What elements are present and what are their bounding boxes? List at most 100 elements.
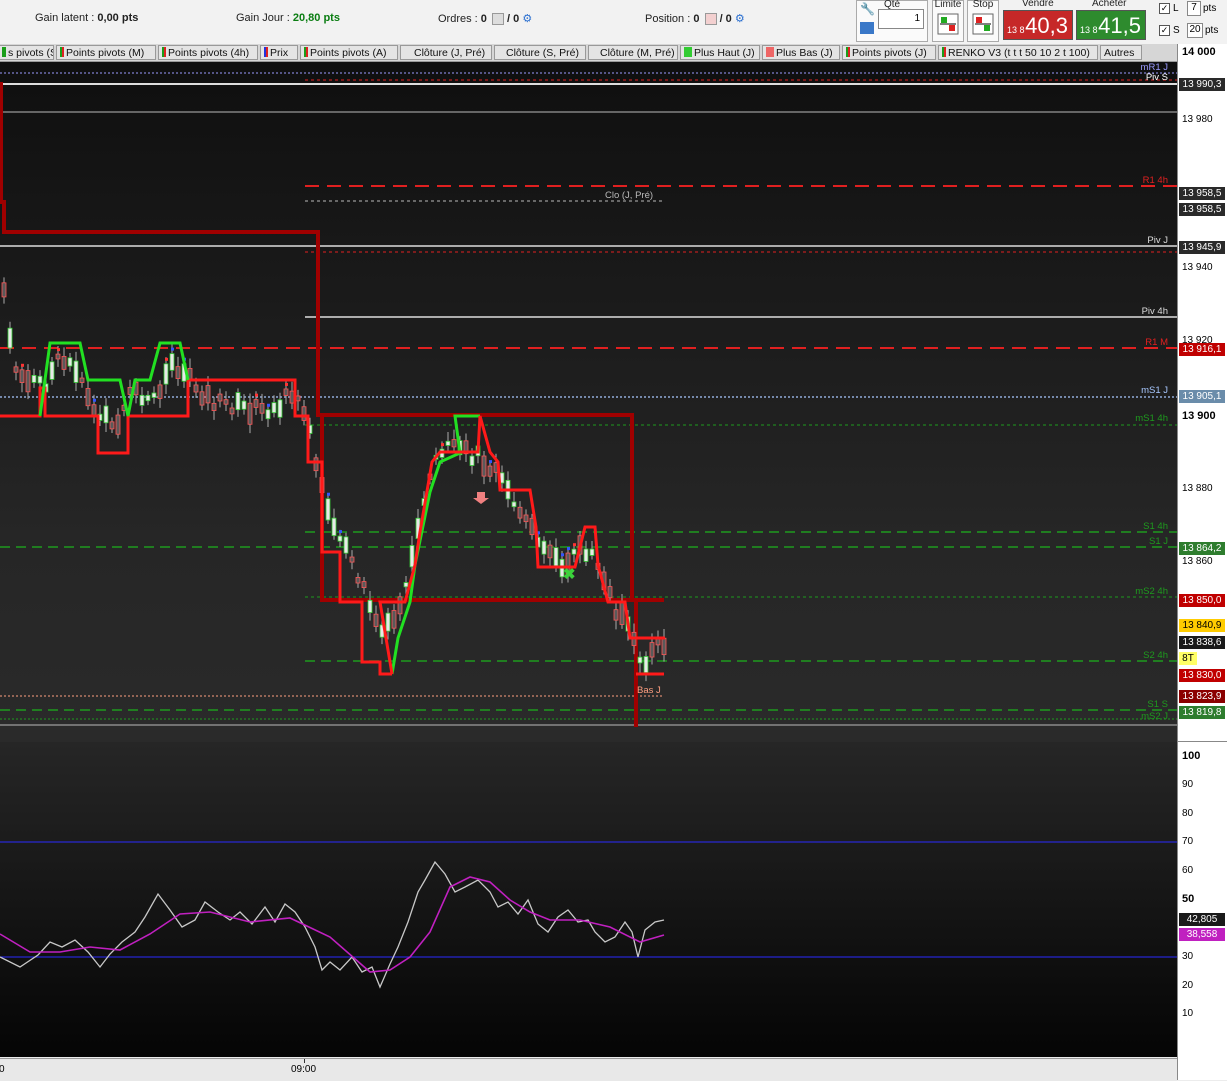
level-label-r14h: R1 4h: [1143, 175, 1168, 186]
candle-body: [343, 536, 349, 554]
price-axis[interactable]: 14 000 13 980 13 940 13 920 13 900 13 88…: [1177, 44, 1227, 1080]
candle-body: [73, 360, 79, 383]
axis-level-label: 13 830,0: [1179, 669, 1225, 682]
tab-cloture-j[interactable]: Clôture (J, Pré): [400, 45, 492, 60]
quantity-input[interactable]: 1: [878, 9, 924, 29]
ordres-total: / 0: [507, 13, 520, 25]
tab-prix[interactable]: Prix: [260, 45, 298, 60]
candle-body: [511, 501, 517, 508]
cancel-orders-icon[interactable]: [491, 13, 504, 26]
tab-pivots-4h[interactable]: Points pivots (4h): [158, 45, 258, 60]
tab-plus-haut[interactable]: Plus Haut (J): [680, 45, 760, 60]
tab-renko[interactable]: RENKO V3 (t t t 50 10 2 t 100): [938, 45, 1098, 60]
tab-pivots-m[interactable]: Points pivots (M): [56, 45, 156, 60]
axis-level-label: 13 958,5: [1179, 187, 1225, 200]
tab-label: Prix: [270, 47, 289, 59]
candle-body: [217, 393, 223, 402]
level-label-ms2j: mS2 J: [1141, 711, 1168, 722]
candle-body: [19, 369, 25, 383]
tab-swatch: [942, 47, 946, 57]
short-checkbox[interactable]: ✓: [1159, 25, 1170, 36]
stop-order-button[interactable]: Stop: [967, 0, 999, 42]
tab-label: Points pivots (A): [310, 47, 387, 59]
price-chart[interactable]: ✖ mR1 J Piv S R1 4h Clo (J, Pré) Piv J P…: [0, 62, 1177, 742]
axis-divider: [1177, 44, 1178, 1080]
volume-dot: [57, 348, 60, 352]
candle-body: [235, 392, 241, 411]
candle-body: [385, 612, 391, 632]
volume-dot: [171, 347, 174, 351]
position-label: Position :: [645, 13, 691, 25]
gain-jour-value: 20,80 pts: [292, 12, 340, 24]
candle-body: [283, 388, 289, 396]
rsi-tick-label: 90: [1182, 779, 1194, 790]
volume-dot: [489, 460, 492, 464]
candle-body: [445, 440, 451, 446]
candle-body: [649, 642, 655, 658]
volume-dot: [165, 357, 168, 361]
gain-latent: Gain latent : 0,00 pts: [35, 12, 138, 24]
tab-swatch: [846, 47, 850, 57]
level-label-piv4h: Piv 4h: [1142, 306, 1168, 317]
candle-body: [145, 394, 151, 402]
candle-body: [349, 556, 355, 563]
position: Position : 0 / 0 ⚙: [645, 12, 745, 26]
axis-divider: [1177, 741, 1227, 742]
candle-body: [367, 599, 373, 613]
candle-body: [259, 402, 265, 414]
gain-latent-label: Gain latent :: [35, 12, 95, 24]
candle-body: [553, 547, 559, 567]
gain-jour: Gain Jour : 20,80 pts: [236, 12, 340, 24]
candle-body: [373, 613, 379, 627]
level-label-s14h: S1 4h: [1143, 521, 1168, 532]
rsi-tick-label: 100: [1182, 750, 1201, 762]
rsi-panel[interactable]: 0: [0, 742, 1177, 1057]
tab-label: Plus Haut (J): [694, 47, 755, 59]
time-axis: 0 09:00: [0, 1058, 1177, 1081]
time-label-0900: 09:00: [291, 1064, 317, 1075]
candle-body: [139, 394, 145, 406]
candle-body: [589, 548, 595, 556]
sell-button[interactable]: 13 8 40,3: [1003, 10, 1073, 40]
stop-label: Stop: [972, 0, 994, 10]
keypad-icon[interactable]: [860, 22, 874, 34]
wrench-icon[interactable]: 🔧: [860, 2, 875, 16]
candle-body: [31, 374, 37, 383]
close-position-icon[interactable]: [704, 13, 717, 26]
candle-body: [487, 465, 493, 477]
gear-icon[interactable]: ⚙: [735, 13, 745, 25]
level-label-s1s: S1 S: [1147, 699, 1168, 710]
cross-marker-icon: ✖: [563, 566, 576, 583]
long-points-input[interactable]: 7: [1187, 1, 1201, 16]
limit-order-button[interactable]: Limite: [932, 0, 964, 42]
tab-swatch: [684, 47, 692, 57]
axis-level-label: 13 823,9: [1179, 690, 1225, 703]
rsi-tick-label: 30: [1182, 951, 1194, 962]
candle-body: [355, 576, 361, 584]
candle-body: [55, 353, 61, 360]
level-label-s1j: S1 J: [1149, 536, 1168, 547]
level-label-s24h: S2 4h: [1143, 650, 1168, 661]
level-label-pivs: Piv S: [1146, 72, 1168, 83]
candle-body: [451, 439, 457, 448]
candle-body: [403, 582, 409, 588]
long-checkbox[interactable]: ✓: [1159, 3, 1170, 14]
gear-icon[interactable]: ⚙: [522, 13, 532, 25]
tab-cloture-s[interactable]: Clôture (S, Pré): [494, 45, 586, 60]
candle-body: [523, 514, 529, 523]
buy-button[interactable]: 13 8 41,5: [1076, 10, 1146, 40]
candle-body: [61, 356, 67, 370]
candle-body: [529, 517, 535, 536]
tab-plus-bas[interactable]: Plus Bas (J): [762, 45, 840, 60]
short-points-input[interactable]: 20: [1187, 23, 1203, 38]
tab-pivots-j[interactable]: Points pivots (J): [842, 45, 936, 60]
volume-dot: [255, 393, 258, 397]
candle-body: [115, 414, 121, 435]
tab-pivots-a[interactable]: Points pivots (A): [300, 45, 398, 60]
tab-pivots-s[interactable]: s pivots (S): [0, 45, 54, 60]
candle-body: [1, 282, 7, 298]
candle-body: [619, 602, 625, 625]
candle-body: [607, 586, 613, 599]
tab-cloture-m[interactable]: Clôture (M, Pré): [588, 45, 678, 60]
tab-autres[interactable]: Autres: [1100, 45, 1142, 60]
